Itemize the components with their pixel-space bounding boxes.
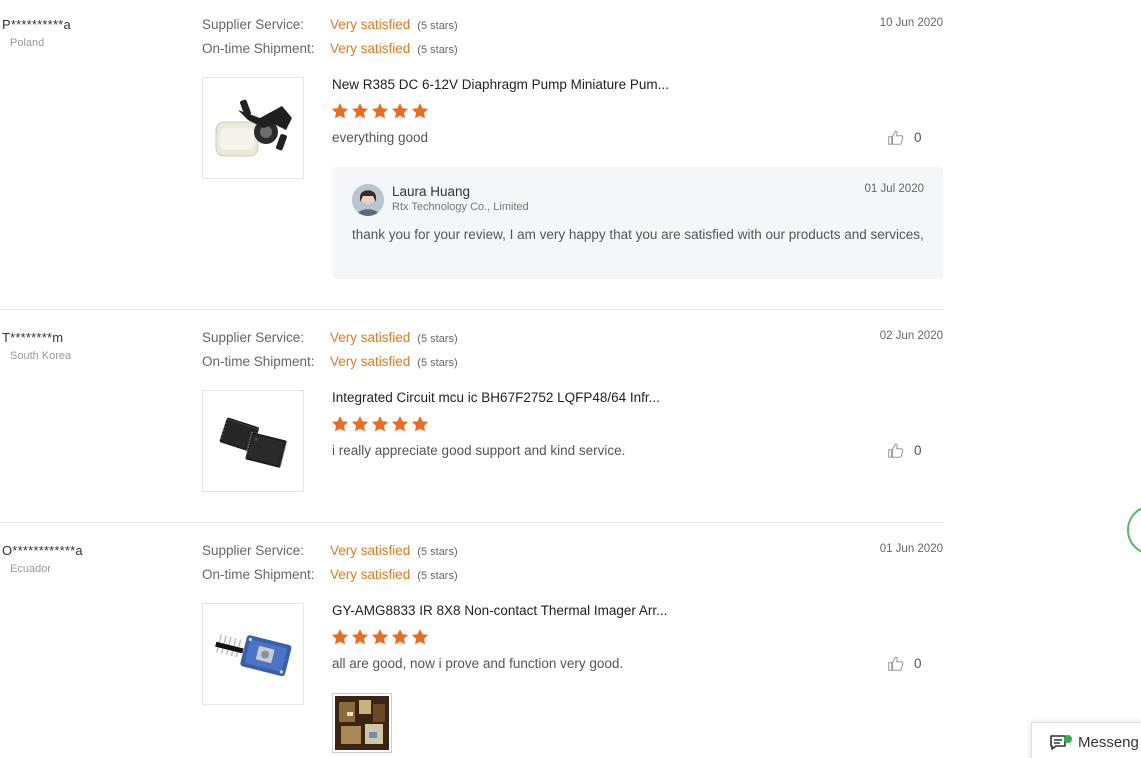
star-icon [411,103,429,119]
rating-label: On-time Shipment: [202,567,315,582]
star-rating [331,628,429,646]
star-icon [371,629,389,645]
ic-chips-image [219,417,288,469]
star-rating [331,102,429,120]
rating-stars-note: (5 stars) [417,570,458,582]
review-comment: all are good, now i prove and function v… [332,656,624,671]
rating-stars-note: (5 stars) [417,20,458,32]
seller-company: Rtx Technology Co., Limited [392,201,529,213]
star-rating [331,415,429,433]
messenger-button[interactable]: Messeng [1031,722,1141,758]
star-icon [351,416,369,432]
product-image[interactable] [202,390,304,492]
star-icon [331,629,349,645]
seller-reply: Laura Huang Rtx Technology Co., Limited … [332,167,943,279]
like-button[interactable]: 0 [887,129,922,146]
rating-value: Very satisfied [330,567,411,582]
rating-stars-note: (5 stars) [417,333,458,345]
seller-avatar-image [352,184,384,216]
thermal-sensor-module-image [215,634,292,677]
buyer-photo[interactable] [332,693,392,753]
rating-value: Very satisfied [330,354,411,369]
star-icon [391,416,409,432]
review-comment: i really appreciate good support and kin… [332,443,626,458]
review-date: 02 Jun 2020 [879,330,943,342]
star-icon [411,629,429,645]
rating-stars-note: (5 stars) [417,546,458,558]
thumbs-up-icon [888,656,904,671]
product-title-link[interactable]: New R385 DC 6-12V Diaphragm Pump Miniatu… [332,77,669,92]
product-title-link[interactable]: Integrated Circuit mcu ic BH67F2752 LQFP… [332,390,660,405]
product-image[interactable] [202,77,304,179]
rating-stars-note: (5 stars) [417,357,458,369]
star-icon [331,103,349,119]
like-count: 0 [914,656,922,671]
review-date: 01 Jun 2020 [879,543,943,555]
rating-value: Very satisfied [330,330,411,345]
star-icon [371,416,389,432]
seller-name: Laura Huang [392,184,471,199]
rating-value: Very satisfied [330,543,411,558]
buyer-name: O************a [2,543,83,558]
reply-text: thank you for your review, I am very hap… [352,227,924,242]
rating-stars-note: (5 stars) [417,44,458,56]
star-icon [331,416,349,432]
floating-widget[interactable] [1127,505,1141,555]
review-item: O************a Ecuador Supplier Service:… [0,543,944,758]
on-time-shipment-rating: On-time Shipment: Very satisfied (5 stars) [202,41,458,56]
buyer-name: P**********a [2,17,71,32]
like-button[interactable]: 0 [887,655,922,672]
buyer-country: Poland [10,37,45,49]
buyer-name: T********m [2,330,64,345]
rating-label: On-time Shipment: [202,41,315,56]
review-date: 10 Jun 2020 [879,17,943,29]
on-time-shipment-rating: On-time Shipment: Very satisfied (5 stars) [202,567,458,582]
review-comment: everything good [332,130,429,145]
star-icon [411,416,429,432]
on-time-shipment-rating: On-time Shipment: Very satisfied (5 stars) [202,354,458,369]
rating-label: Supplier Service: [202,543,305,558]
like-button[interactable]: 0 [887,442,922,459]
rating-label: On-time Shipment: [202,354,315,369]
rating-value: Very satisfied [330,41,411,56]
rating-label: Supplier Service: [202,17,305,32]
buyer-photo-image [335,696,389,750]
supplier-service-rating: Supplier Service: Very satisfied (5 stars) [202,330,458,345]
thumbs-up-icon [888,130,904,145]
buyer-country: Ecuador [10,563,51,575]
star-icon [351,103,369,119]
star-icon [391,629,409,645]
product-title-link[interactable]: GY-AMG8833 IR 8X8 Non-contact Thermal Im… [332,603,667,618]
thumbs-up-icon [888,443,904,458]
star-icon [391,103,409,119]
review-item: T********m South Korea Supplier Service:… [0,330,944,523]
rating-value: Very satisfied [330,17,411,32]
product-image[interactable] [202,603,304,705]
messenger-label: Messeng [1078,733,1139,751]
supplier-service-rating: Supplier Service: Very satisfied (5 stars) [202,543,458,558]
reply-date: 01 Jul 2020 [864,183,924,195]
online-status-dot [1064,735,1072,743]
diaphragm-pump-image [215,99,292,157]
supplier-service-rating: Supplier Service: Very satisfied (5 stars) [202,17,458,32]
avatar [352,184,384,216]
buyer-country: South Korea [10,350,72,362]
like-count: 0 [914,130,922,145]
review-item: P**********a Poland Supplier Service: Ver… [0,17,944,310]
like-count: 0 [914,443,922,458]
star-icon [351,629,369,645]
star-icon [371,103,389,119]
rating-label: Supplier Service: [202,330,305,345]
